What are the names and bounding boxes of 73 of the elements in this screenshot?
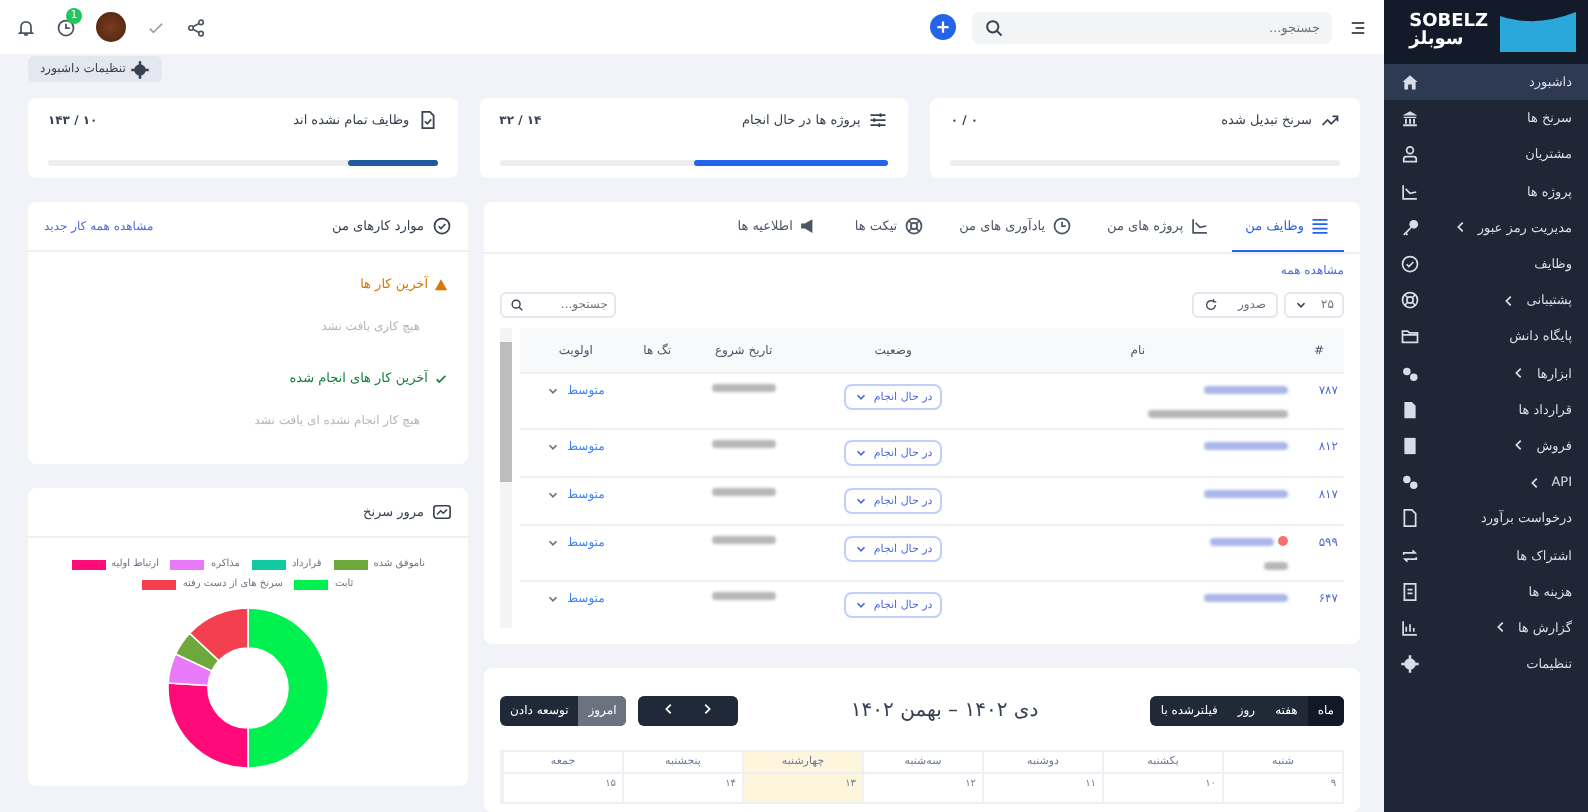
blurred-date <box>711 384 776 392</box>
check-icon <box>146 17 166 37</box>
file-icon <box>1400 508 1420 529</box>
search-icon <box>510 298 524 312</box>
refresh-icon <box>1203 298 1218 312</box>
alert-icon <box>1277 536 1288 546</box>
blurred-name <box>1203 490 1288 498</box>
chevron-icon <box>1527 475 1542 490</box>
chevron-icon <box>1512 366 1527 381</box>
chevron-down-icon <box>853 494 868 508</box>
sliders-icon <box>868 110 889 130</box>
logo-text: سوبلز <box>1409 31 1464 51</box>
bar-chart-icon <box>1400 617 1420 638</box>
chevron-right-icon <box>700 702 715 716</box>
chart-icon <box>1189 216 1210 236</box>
calendar-title: دی ۱۴۰۲ – بهمن ۱۴۰۲ <box>850 700 1039 722</box>
chevron-down-icon <box>853 598 868 612</box>
lifebuoy-icon <box>903 216 924 236</box>
list-icon <box>1310 216 1330 236</box>
chart-icon <box>432 502 452 522</box>
share-icon <box>186 17 206 37</box>
chevron-down-icon <box>546 384 561 398</box>
blurred-date <box>711 440 776 448</box>
logo-icon <box>1496 8 1580 56</box>
receipt-icon <box>1400 581 1420 602</box>
logo-text: SOBELZ <box>1409 13 1488 32</box>
blurred-name <box>1203 386 1288 394</box>
menu-icon <box>1348 17 1368 37</box>
blurred-name <box>1203 594 1288 602</box>
check-circle-icon <box>432 216 452 236</box>
blurred-date <box>711 488 776 496</box>
document-check-icon <box>417 110 438 130</box>
check-icon <box>434 371 448 385</box>
blurred-date <box>711 536 776 544</box>
bank-icon <box>1400 108 1420 129</box>
scrollbar[interactable] <box>500 328 512 628</box>
lifebuoy-icon <box>1400 290 1420 311</box>
chevron-down-icon <box>546 592 561 606</box>
avatar[interactable] <box>96 12 126 42</box>
blurred-date <box>711 592 776 600</box>
blurred-details <box>1147 410 1288 418</box>
blurred-details <box>1263 562 1288 570</box>
blurred-name <box>1203 442 1288 450</box>
chevron-down-icon <box>853 390 868 404</box>
chevron-down-icon <box>853 446 868 460</box>
document-icon <box>1400 435 1420 456</box>
chevron-left-icon <box>662 702 677 716</box>
folder-icon <box>1400 326 1420 347</box>
chevron-down-icon <box>546 536 561 550</box>
search-icon <box>984 17 1004 37</box>
chevron-down-icon <box>546 440 561 454</box>
chart-icon <box>1400 181 1420 202</box>
chevron-down-icon <box>546 488 561 502</box>
home-icon <box>1400 72 1420 93</box>
user-icon <box>1400 144 1420 165</box>
key-icon <box>1400 217 1420 238</box>
chevron-icon <box>1453 220 1468 235</box>
trend-icon <box>1320 110 1340 130</box>
chevron-icon <box>1512 438 1527 453</box>
repeat-icon <box>1400 545 1420 566</box>
add-button[interactable] <box>930 14 956 40</box>
chevron-down-icon <box>853 542 868 556</box>
chevron-icon <box>1502 293 1517 308</box>
blurred-name <box>1209 538 1274 546</box>
document-icon <box>1400 399 1420 420</box>
clock-icon <box>56 17 76 37</box>
chevron-down-icon <box>1294 298 1308 312</box>
bell-icon <box>16 17 36 37</box>
clock-icon <box>1051 216 1072 236</box>
plus-icon <box>934 18 952 36</box>
chevron-icon <box>1493 620 1508 635</box>
warning-icon <box>434 277 448 291</box>
check-circle-icon <box>1400 254 1420 275</box>
